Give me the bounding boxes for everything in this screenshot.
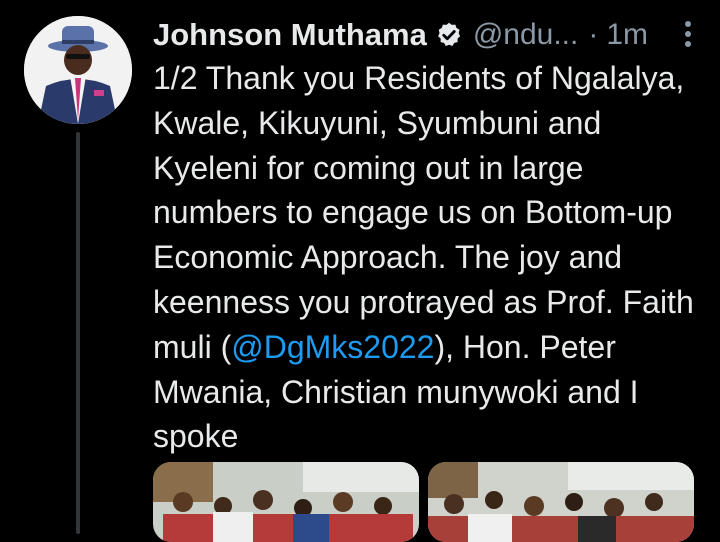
mention-link[interactable]: @DgMks2022 bbox=[231, 329, 434, 365]
crowd-photo-2 bbox=[428, 462, 694, 542]
author-name[interactable]: Johnson Muthama bbox=[153, 17, 427, 53]
verified-badge-icon bbox=[437, 22, 460, 46]
tweet-header: Johnson Muthama @ndu... · 1m bbox=[153, 15, 648, 55]
avatar[interactable] bbox=[24, 16, 132, 124]
author-handle[interactable]: @ndu... bbox=[473, 18, 579, 52]
tweet-text: 1/2 Thank you Residents of Ngalalya, Kwa… bbox=[153, 56, 713, 459]
separator-dot: · bbox=[588, 18, 599, 51]
tweet-text-part-1: 1/2 Thank you Residents of Ngalalya, Kwa… bbox=[153, 60, 694, 365]
more-options-icon[interactable] bbox=[684, 21, 692, 49]
media-image-1[interactable] bbox=[153, 462, 419, 542]
tweet-timestamp[interactable]: 1m bbox=[606, 18, 648, 52]
crowd-photo-1 bbox=[153, 462, 419, 542]
avatar-photo bbox=[24, 16, 132, 124]
media-image-2[interactable] bbox=[428, 462, 694, 542]
thread-line bbox=[76, 132, 80, 534]
